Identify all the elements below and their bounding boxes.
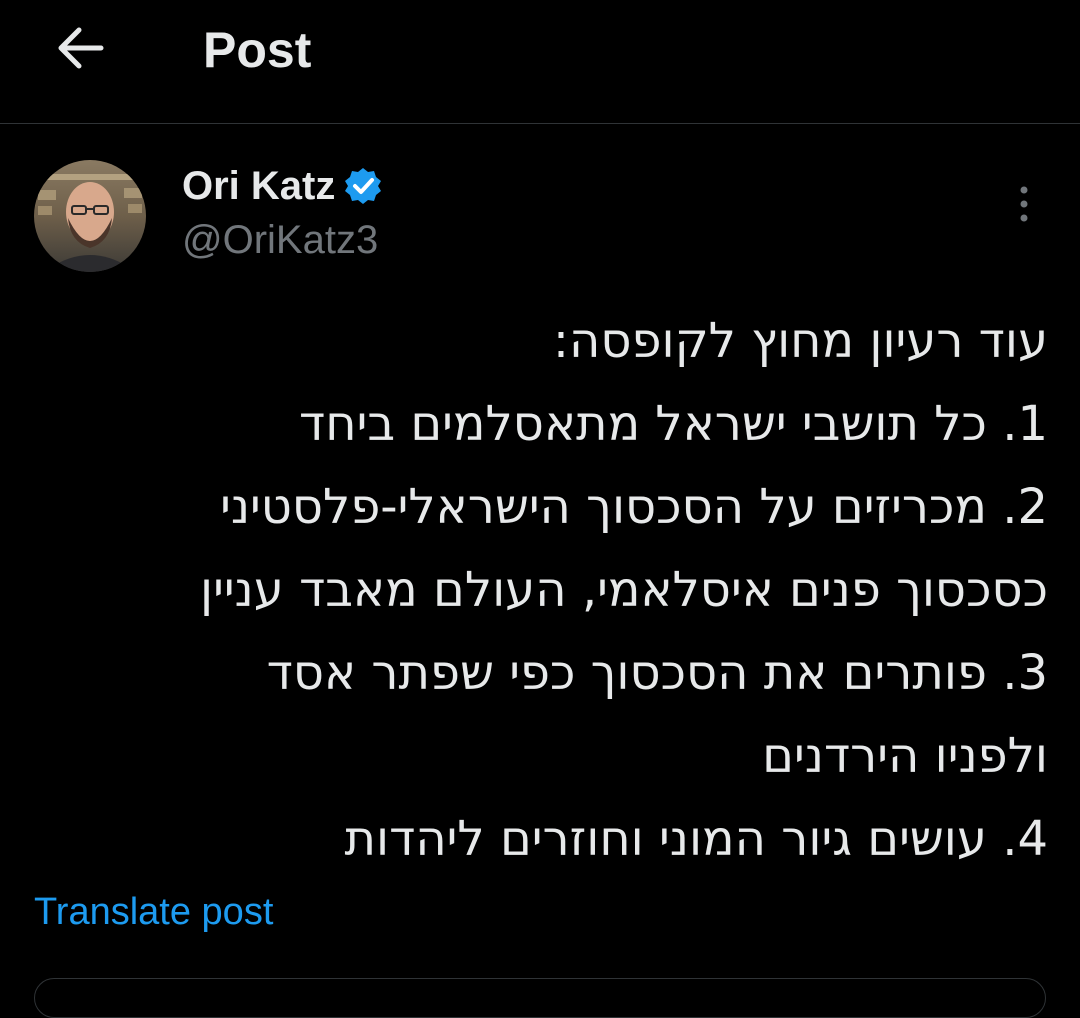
avatar-photo — [34, 160, 146, 272]
more-vertical-icon — [1020, 186, 1028, 222]
post-text-line: ולפניו הירדנים — [762, 728, 1048, 784]
post-text-line: כסכסוך פנים איסלאמי, העולם מאבד עניין — [200, 562, 1048, 618]
post-text-line: 3. פותרים את הסכסוך כפי שפתר אסד — [266, 645, 1048, 701]
avatar[interactable] — [34, 160, 146, 272]
post-text-line: 1. כל תושבי ישראל מתאסלמים ביחד — [299, 396, 1048, 452]
author-handle[interactable]: @OriKatz3 — [182, 216, 378, 264]
author-name[interactable]: Ori Katz — [182, 162, 335, 210]
post-text-line: 2. מכריזים על הסכסוך הישראלי-פלסטיני — [220, 479, 1048, 535]
next-card-edge — [34, 978, 1046, 1018]
arrow-left-icon — [58, 27, 104, 69]
post-text: עוד רעיון מחוץ לקופסה: 1. כל תושבי ישראל… — [40, 300, 1048, 881]
top-bar: Post — [0, 0, 1080, 124]
translate-post-link[interactable]: Translate post — [34, 888, 273, 936]
verified-badge-icon — [345, 168, 382, 204]
post-text-line: עוד רעיון מחוץ לקופסה: — [552, 313, 1048, 369]
post-text-line: 4. עושים גיור המוני וחוזרים ליהדות — [344, 811, 1048, 867]
page-title: Post — [203, 22, 312, 78]
author-name-row[interactable]: Ori Katz — [182, 160, 383, 212]
back-button[interactable] — [44, 16, 116, 80]
more-options-button[interactable] — [1000, 180, 1048, 228]
